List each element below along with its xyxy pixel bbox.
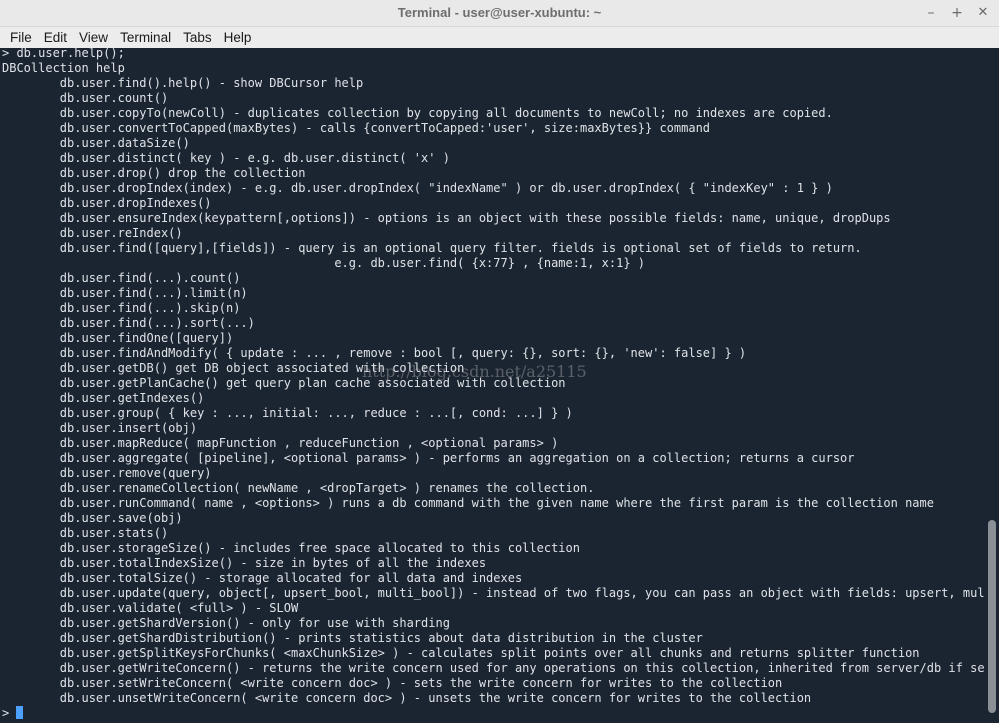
- maximize-icon[interactable]: +: [949, 5, 965, 21]
- close-icon[interactable]: ✕: [975, 5, 991, 21]
- terminal-line: db.user.setWriteConcern( <write concern …: [2, 676, 783, 690]
- terminal-line: DBCollection help: [2, 61, 125, 75]
- menu-bar: File Edit View Terminal Tabs Help: [0, 27, 999, 49]
- scrollbar-thumb[interactable]: [988, 520, 996, 713]
- terminal-line: db.user.stats(): [2, 526, 169, 540]
- menu-terminal[interactable]: Terminal: [114, 27, 177, 48]
- terminal-line: db.user.getWriteConcern() - returns the …: [2, 661, 985, 675]
- terminal-line: db.user.group( { key : ..., initial: ...…: [2, 406, 573, 420]
- terminal-line: db.user.totalSize() - storage allocated …: [2, 571, 523, 585]
- terminal-window: Terminal - user@user-xubuntu: ~ – + ✕ Fi…: [0, 0, 999, 723]
- title-bar[interactable]: Terminal - user@user-xubuntu: ~ – + ✕: [0, 0, 999, 27]
- terminal-line: db.user.runCommand( name , <options> ) r…: [2, 496, 934, 510]
- terminal-lines: > db.user.help(); DBCollection help db.us…: [2, 48, 985, 721]
- terminal-line: db.user.findOne([query]): [2, 331, 234, 345]
- terminal-line: db.user.dropIndex(index) - e.g. db.user.…: [2, 181, 833, 195]
- terminal-line: db.user.dropIndexes(): [2, 196, 212, 210]
- terminal-line: db.user.dataSize(): [2, 136, 190, 150]
- terminal-line: db.user.find([query],[fields]) - query i…: [2, 241, 862, 255]
- terminal-line: db.user.storageSize() - includes free sp…: [2, 541, 580, 555]
- terminal-line: db.user.find(...).skip(n): [2, 301, 241, 315]
- terminal-line: db.user.validate( <full> ) - SLOW: [2, 601, 299, 615]
- terminal-line: db.user.save(obj): [2, 511, 183, 525]
- terminal-line: db.user.ensureIndex(keypattern[,options]…: [2, 211, 891, 225]
- terminal-line: db.user.copyTo(newColl) - duplicates col…: [2, 106, 833, 120]
- watermark: http://blog.csdn.net/a25115: [362, 362, 587, 381]
- window-title: Terminal - user@user-xubuntu: ~: [397, 5, 602, 20]
- terminal-line: db.user.remove(query): [2, 466, 212, 480]
- prompt-text: >: [2, 706, 17, 720]
- terminal-line: db.user.find().help() - show DBCursor he…: [2, 76, 364, 90]
- minimize-icon[interactable]: –: [923, 5, 939, 21]
- prompt-line[interactable]: >: [2, 706, 985, 721]
- terminal-line: > db.user.help();: [2, 48, 125, 60]
- text-cursor: [16, 706, 24, 719]
- terminal-line: db.user.convertToCapped(maxBytes) - call…: [2, 121, 711, 135]
- scrollbar[interactable]: [985, 48, 999, 723]
- terminal-line: db.user.find(...).sort(...): [2, 316, 255, 330]
- window-controls: – + ✕: [923, 0, 991, 26]
- menu-tabs[interactable]: Tabs: [177, 27, 218, 48]
- terminal-line: e.g. db.user.find( {x:77} , {name:1, x:1…: [2, 256, 645, 270]
- terminal-line: db.user.insert(obj): [2, 421, 198, 435]
- terminal-line: db.user.aggregate( [pipeline], <optional…: [2, 451, 855, 465]
- terminal-line: db.user.getSplitKeysForChunks( <maxChunk…: [2, 646, 920, 660]
- terminal-line: db.user.unsetWriteConcern( <write concer…: [2, 691, 812, 705]
- menu-edit[interactable]: Edit: [38, 27, 73, 48]
- terminal-line: db.user.totalIndexSize() - size in bytes…: [2, 556, 487, 570]
- terminal-line: db.user.reIndex(): [2, 226, 183, 240]
- terminal-line: db.user.update(query, object[, upsert_bo…: [2, 586, 985, 600]
- terminal-line: db.user.getShardDistribution() - prints …: [2, 631, 703, 645]
- terminal-line: db.user.distinct( key ) - e.g. db.user.d…: [2, 151, 450, 165]
- terminal-line: db.user.getIndexes(): [2, 391, 205, 405]
- terminal-line: db.user.find(...).count(): [2, 271, 241, 285]
- terminal-line: db.user.renameCollection( newName , <dro…: [2, 481, 595, 495]
- terminal-line: db.user.count(): [2, 91, 169, 105]
- terminal-output[interactable]: > db.user.help(); DBCollection help db.us…: [0, 48, 985, 723]
- menu-view[interactable]: View: [73, 27, 114, 48]
- terminal-line: db.user.drop() drop the collection: [2, 166, 306, 180]
- terminal-line: db.user.find(...).limit(n): [2, 286, 248, 300]
- menu-help[interactable]: Help: [218, 27, 258, 48]
- menu-file[interactable]: File: [4, 27, 38, 48]
- terminal-line: db.user.findAndModify( { update : ... , …: [2, 346, 747, 360]
- terminal-line: db.user.mapReduce( mapFunction , reduceF…: [2, 436, 559, 450]
- terminal-line: db.user.getShardVersion() - only for use…: [2, 616, 450, 630]
